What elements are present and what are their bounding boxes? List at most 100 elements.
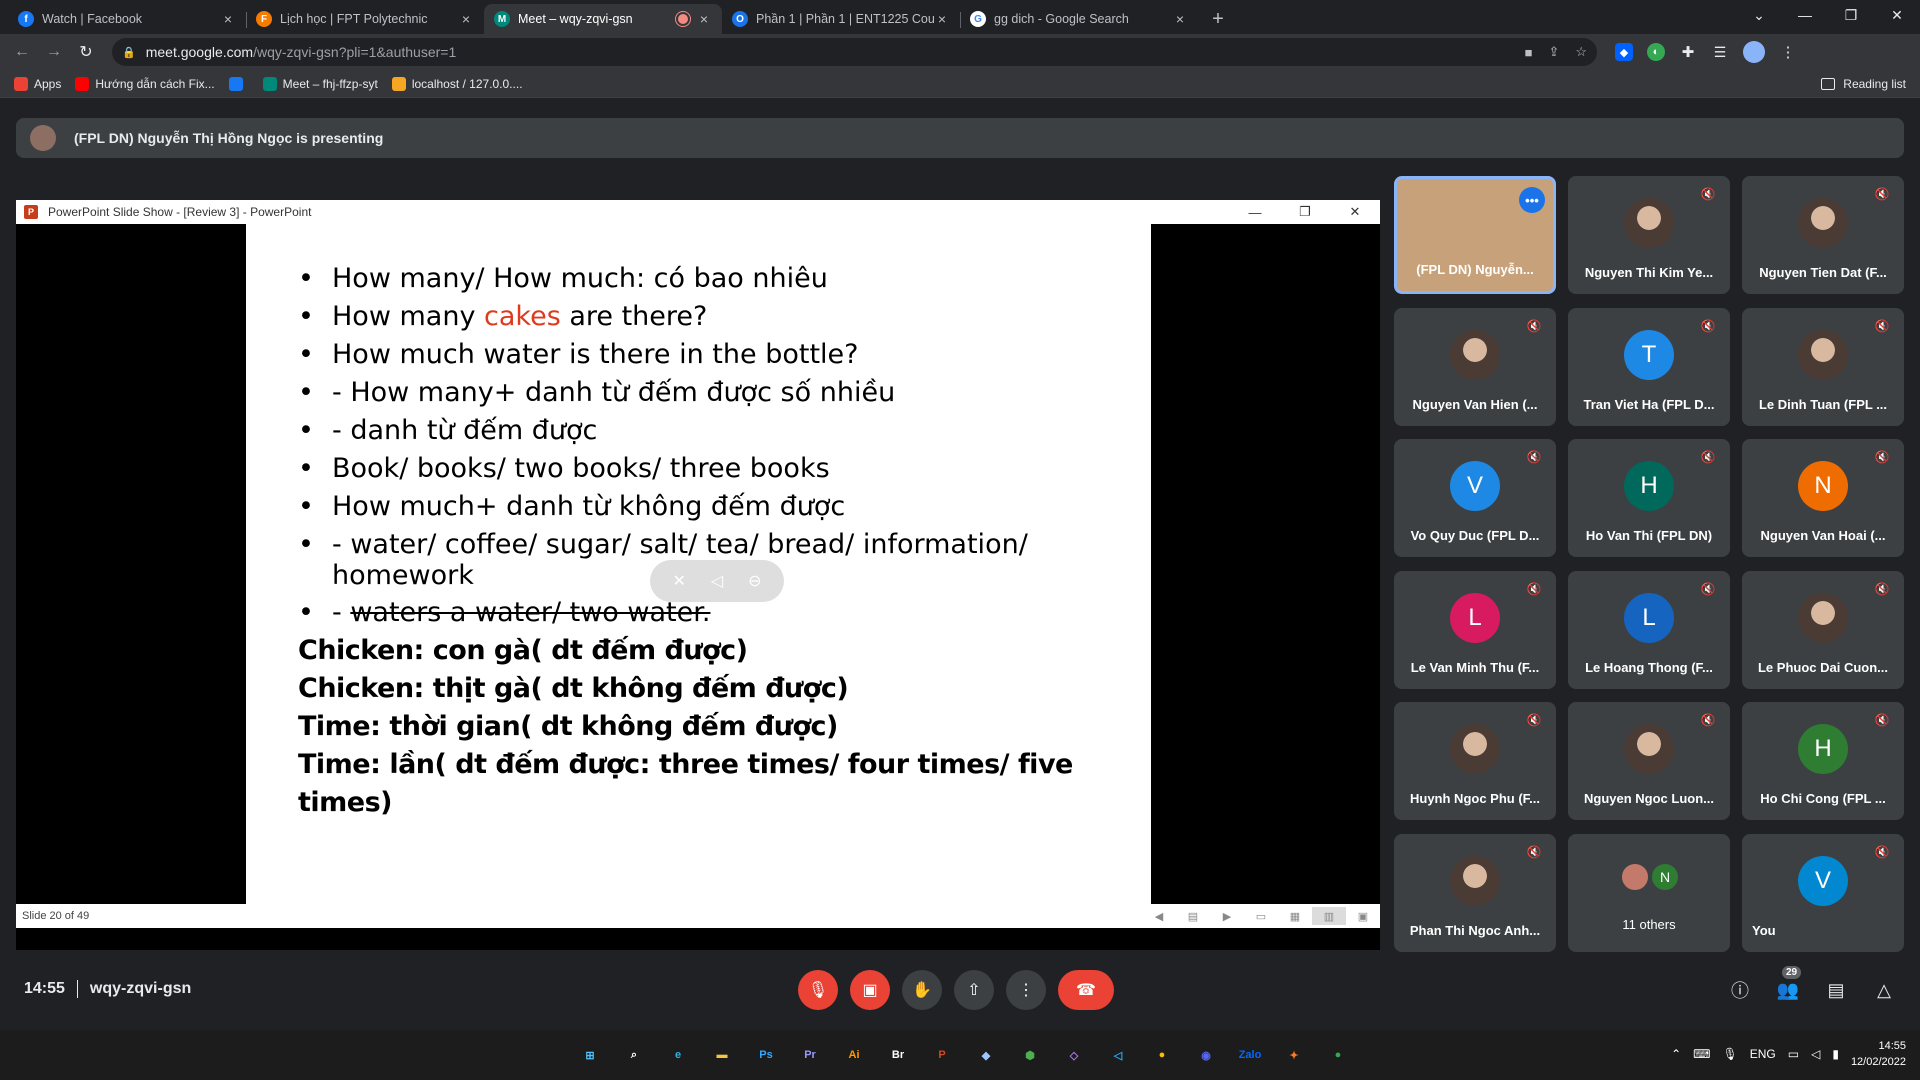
media-control-icon[interactable]: ☰ xyxy=(1711,43,1729,61)
address-bar[interactable]: 🔒 meet.google.com /wqy-zqvi-gsn?pli=1&au… xyxy=(112,38,1597,66)
microphone-off-button[interactable]: 🎙 xyxy=(798,970,838,1010)
new-tab-button[interactable]: + xyxy=(1204,4,1232,34)
3d-box-icon[interactable]: ◆ xyxy=(968,1038,1004,1072)
participant-tile[interactable]: 🔇 Le Phuoc Dai Cuon... xyxy=(1742,570,1904,689)
share-icon[interactable]: ⇪ xyxy=(1548,44,1559,60)
powerpoint-icon[interactable]: P xyxy=(924,1038,960,1072)
slide-bullet: • How much+ danh từ không đếm được xyxy=(298,488,1151,526)
discord-icon[interactable]: ◉ xyxy=(1188,1038,1224,1072)
participant-tile[interactable]: T 🔇 Tran Viet Ha (FPL D... xyxy=(1568,307,1730,426)
search-icon[interactable]: ⌕ xyxy=(616,1038,652,1072)
chrome-icon[interactable]: ● xyxy=(1144,1038,1180,1072)
participant-name: Phan Thi Ngoc Anh... xyxy=(1409,922,1541,938)
bookmark-item[interactable]: Meet – fhj-ffzp-syt xyxy=(262,76,378,91)
people-button[interactable]: 29 👥 xyxy=(1776,966,1802,1002)
bookmark-item[interactable] xyxy=(228,76,249,91)
reload-button[interactable]: ↻ xyxy=(72,38,100,66)
participant-tile[interactable]: N 🔇 Nguyen Van Hoai (... xyxy=(1742,439,1904,557)
premiere-icon[interactable]: Pr xyxy=(792,1038,828,1072)
participant-tile[interactable]: ••• (FPL DN) Nguyễn... xyxy=(1394,176,1556,294)
network-icon[interactable]: ▭ xyxy=(1788,1047,1799,1061)
camera-in-use-icon[interactable]: ■ xyxy=(1525,45,1533,60)
chrome-profile-icon[interactable]: ● xyxy=(1320,1038,1356,1072)
close-window-button[interactable]: ✕ xyxy=(1874,0,1920,30)
participant-tile[interactable]: 🔇 Nguyen Ngoc Luon... xyxy=(1568,702,1730,820)
more-options-button[interactable]: ⋮ xyxy=(1006,970,1046,1010)
visual-studio-icon[interactable]: ◇ xyxy=(1056,1038,1092,1072)
battery-icon[interactable]: ▮ xyxy=(1832,1047,1839,1061)
edge-icon[interactable]: e xyxy=(660,1038,696,1072)
bookmark-star-icon[interactable]: ☆ xyxy=(1575,44,1587,60)
participant-tile[interactable]: L 🔇 Le Hoang Thong (F... xyxy=(1568,570,1730,689)
windows-start-icon[interactable]: ⊞ xyxy=(572,1038,608,1072)
profile-avatar[interactable] xyxy=(1743,41,1765,63)
photoshop-icon[interactable]: Ps xyxy=(748,1038,784,1072)
xampp-icon[interactable]: ✦ xyxy=(1276,1038,1312,1072)
language-indicator[interactable]: ENG xyxy=(1750,1047,1776,1061)
bookmark-item[interactable]: localhost / 127.0.0.... xyxy=(391,76,523,91)
participant-tile[interactable]: L 🔇 Le Van Minh Thu (F... xyxy=(1394,570,1556,689)
nodejs-icon[interactable]: ⬢ xyxy=(1012,1038,1048,1072)
tray-chevron-icon[interactable]: ⌃ xyxy=(1671,1047,1681,1061)
tab-close-icon[interactable]: × xyxy=(696,11,712,27)
chat-button[interactable]: ▤ xyxy=(1824,978,1848,1002)
browser-tab[interactable]: f Watch | Facebook × xyxy=(8,4,246,34)
participant-tile[interactable]: V 🔇 You xyxy=(1742,833,1904,952)
illustrator-icon[interactable]: Ai xyxy=(836,1038,872,1072)
participant-tile[interactable]: H 🔇 Ho Chi Cong (FPL ... xyxy=(1742,702,1904,820)
back-button[interactable]: ← xyxy=(8,38,36,66)
file-explorer-icon[interactable]: ▬ xyxy=(704,1038,740,1072)
tab-close-icon[interactable]: × xyxy=(220,11,236,27)
reading-list-button[interactable]: Reading list xyxy=(1821,77,1906,91)
visual-studio-icon-glyph: ◇ xyxy=(1069,1049,1079,1062)
microphone-icon[interactable]: 🎙 xyxy=(1723,1047,1738,1061)
taskbar-apps: ⊞ ⌕ e ▬ Ps Pr Ai Br P ◆ ⬢ ◇ ◁ ● ◉ Zalo ✦ ● xyxy=(572,1038,1356,1072)
color-extension-icon[interactable]: ◐ xyxy=(1647,43,1665,61)
ppt-close-icon: ✕ xyxy=(1349,204,1361,219)
bridge-icon[interactable]: Br xyxy=(880,1038,916,1072)
more-options-icon[interactable]: ••• xyxy=(1519,187,1545,213)
leave-call-button[interactable]: ☎ xyxy=(1058,970,1114,1010)
meeting-details[interactable]: 14:55 wqy-zqvi-gsn xyxy=(24,980,191,998)
meeting-info-button[interactable]: ⓘ xyxy=(1728,978,1752,1002)
tab-search-icon[interactable]: ⌄ xyxy=(1736,0,1782,30)
participant-tile[interactable]: 🔇 Phan Thi Ngoc Anh... xyxy=(1394,833,1556,952)
side-panel-controls: ⓘ 29 👥 ▤ △ xyxy=(1728,966,1896,1002)
minimize-button[interactable]: — xyxy=(1782,0,1828,30)
extensions-puzzle-icon[interactable]: ✚ xyxy=(1679,43,1697,61)
camera-off-button[interactable]: ▣ xyxy=(850,970,890,1010)
taskbar-clock[interactable]: 14:55 12/02/2022 xyxy=(1851,1038,1906,1070)
google-icon: G xyxy=(970,11,986,27)
lock-icon[interactable]: 🔒 xyxy=(122,46,136,59)
present-now-button[interactable]: ⇧ xyxy=(954,970,994,1010)
participant-tile[interactable]: 🔇 Nguyen Thi Kim Ye... xyxy=(1568,176,1730,294)
illustrator-icon-glyph: Ai xyxy=(848,1049,860,1061)
extensions-area: ◆ ◐ ✚ ☰ ⋮ xyxy=(1615,41,1797,63)
participant-tile[interactable]: N 11 others xyxy=(1568,833,1730,952)
restore-button[interactable]: ❐ xyxy=(1828,0,1874,30)
participant-tile[interactable]: V 🔇 Vo Quy Duc (FPL D... xyxy=(1394,439,1556,557)
participant-tile[interactable]: H 🔇 Ho Van Thi (FPL DN) xyxy=(1568,439,1730,557)
volume-icon[interactable]: ◁ xyxy=(1811,1047,1820,1061)
browser-tab[interactable]: Ggg dich - Google Search × xyxy=(960,4,1198,34)
activities-button[interactable]: △ xyxy=(1872,978,1896,1002)
zalo-icon[interactable]: Zalo xyxy=(1232,1038,1268,1072)
participant-tile[interactable]: 🔇 Nguyen Van Hien (... xyxy=(1394,307,1556,426)
browser-tab[interactable]: M Meet – wqy-zqvi-gsn × xyxy=(484,4,722,34)
participant-tile[interactable]: 🔇 Le Dinh Tuan (FPL ... xyxy=(1742,307,1904,426)
participant-tile[interactable]: 🔇 Nguyen Tien Dat (F... xyxy=(1742,176,1904,294)
keyboard-icon[interactable]: ⌨ xyxy=(1693,1047,1710,1061)
participant-tile[interactable]: 🔇 Huynh Ngoc Phu (F... xyxy=(1394,702,1556,820)
raise-hand-button[interactable]: ✋ xyxy=(902,970,942,1010)
tab-close-icon[interactable]: × xyxy=(458,11,474,27)
vscode-icon[interactable]: ◁ xyxy=(1100,1038,1136,1072)
forward-button[interactable]: → xyxy=(40,38,68,66)
tab-close-icon[interactable]: × xyxy=(1172,11,1188,27)
bookmark-item[interactable]: Apps xyxy=(14,76,61,91)
browser-tab[interactable]: O Phần 1 | Phần 1 | ENT1225 Cours × xyxy=(722,4,960,34)
browser-tab[interactable]: F Lịch học | FPT Polytechnic × xyxy=(246,4,484,34)
tab-close-icon[interactable]: × xyxy=(934,11,950,27)
menu-kebab-icon[interactable]: ⋮ xyxy=(1779,43,1797,61)
dropbox-extension-icon[interactable]: ◆ xyxy=(1615,43,1633,61)
bookmark-item[interactable]: Hướng dẫn cách Fix... xyxy=(75,76,215,91)
